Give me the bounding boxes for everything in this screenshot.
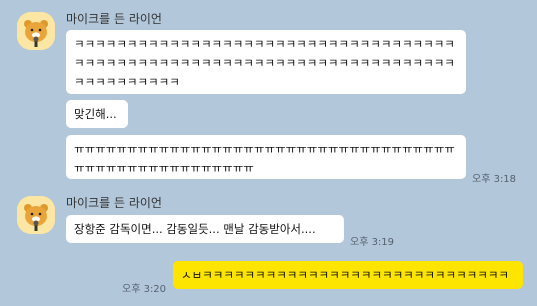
message-bubble[interactable]: ㅋㅋㅋㅋㅋㅋㅋㅋㅋㅋㅋㅋㅋㅋㅋㅋㅋㅋㅋㅋㅋㅋㅋㅋㅋㅋㅋㅋㅋㅋㅋㅋㅋㅋㅋㅋㅋㅋㅋㅋ… xyxy=(66,30,466,94)
message-text: ㅅㅂㅋㅋㅋㅋㅋㅋㅋㅋㅋㅋㅋㅋㅋㅋㅋㅋㅋㅋㅋㅋㅋㅋㅋㅋㅋㅋㅋㅋㅋ xyxy=(181,268,509,282)
message-time: 오후 3:19 xyxy=(350,237,395,248)
message-time: 오후 3:20 xyxy=(122,284,167,295)
message-text: ㅠㅠㅠㅠㅠㅠㅠㅠㅠㅠㅠㅠㅠㅠㅠㅠㅠㅠㅠㅠㅠㅠㅠㅠㅠㅠㅠㅠㅠㅠㅠㅠㅠㅠㅠㅠㅠㅠㅠㅠ… xyxy=(74,142,455,175)
my-message-bubble[interactable]: ㅅㅂㅋㅋㅋㅋㅋㅋㅋㅋㅋㅋㅋㅋㅋㅋㅋㅋㅋㅋㅋㅋㅋㅋㅋㅋㅋㅋㅋㅋㅋ xyxy=(173,261,523,289)
message-bubble[interactable]: ㅠㅠㅠㅠㅠㅠㅠㅠㅠㅠㅠㅠㅠㅠㅠㅠㅠㅠㅠㅠㅠㅠㅠㅠㅠㅠㅠㅠㅠㅠㅠㅠㅠㅠㅠㅠㅠㅠㅠㅠ… xyxy=(66,135,466,179)
sender-name: 마이크를 든 라이언 xyxy=(66,12,162,26)
message-time: 오후 3:18 xyxy=(472,174,517,185)
message-bubble[interactable]: 장항준 감독이면... 감동일듯... 맨날 감동받아서.... xyxy=(66,215,344,243)
message-text: ㅋㅋㅋㅋㅋㅋㅋㅋㅋㅋㅋㅋㅋㅋㅋㅋㅋㅋㅋㅋㅋㅋㅋㅋㅋㅋㅋㅋㅋㅋㅋㅋㅋㅋㅋㅋㅋㅋㅋㅋ… xyxy=(74,37,455,89)
message-text: 맞긴해... xyxy=(74,107,117,121)
ryan-icon xyxy=(17,196,55,234)
ryan-with-microphone-avatar[interactable] xyxy=(17,12,55,50)
message-bubble[interactable]: 맞긴해... xyxy=(66,100,128,128)
ryan-with-microphone-avatar[interactable] xyxy=(17,196,55,234)
message-text: 장항준 감독이면... 감동일듯... 맨날 감동받아서.... xyxy=(74,222,316,236)
ryan-icon xyxy=(17,12,55,50)
sender-name: 마이크를 든 라이언 xyxy=(66,196,162,210)
